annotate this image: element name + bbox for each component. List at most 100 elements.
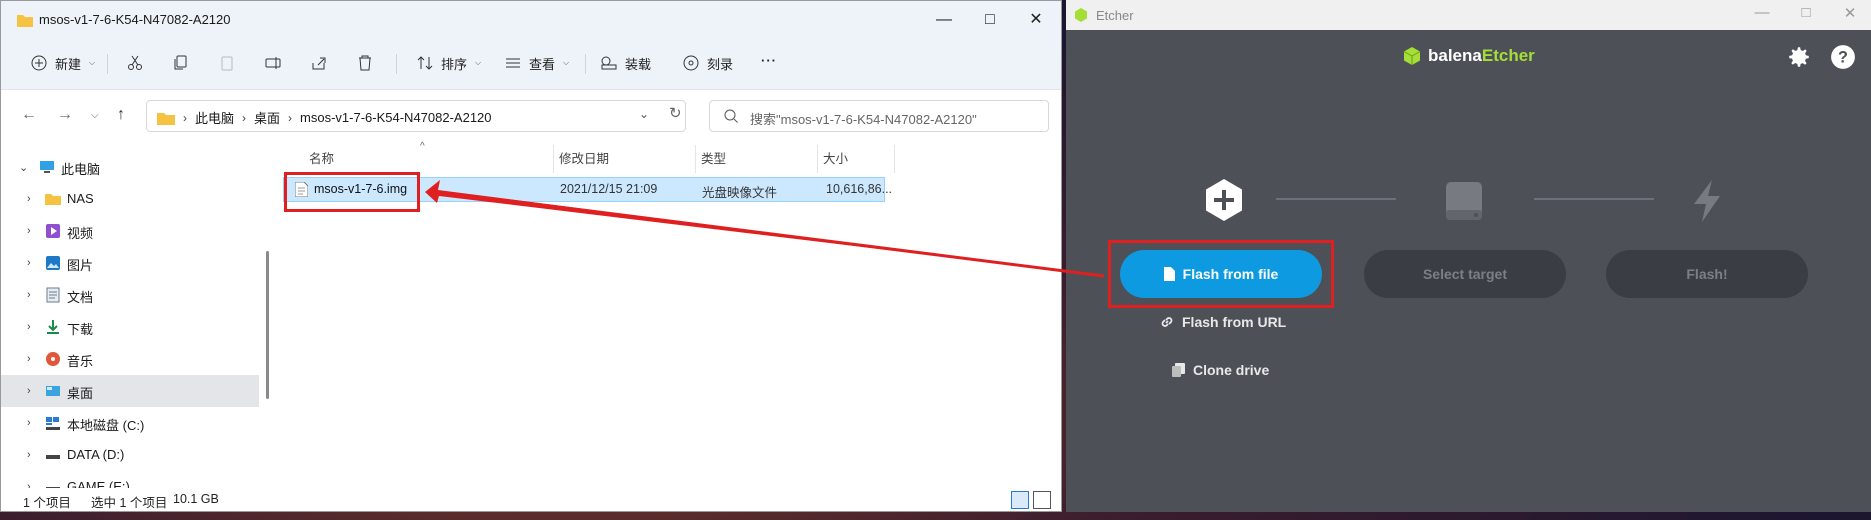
rename-button[interactable] bbox=[263, 53, 283, 73]
more-options-button[interactable]: ··· bbox=[761, 53, 777, 68]
close-button[interactable]: ✕ bbox=[1013, 7, 1059, 33]
close-button[interactable]: ✕ bbox=[1830, 4, 1870, 22]
balena-cube-icon bbox=[1403, 47, 1421, 65]
gear-icon[interactable] bbox=[1786, 44, 1812, 70]
select-target-button[interactable]: Select target bbox=[1364, 250, 1566, 298]
chevron-right-icon[interactable]: › bbox=[27, 225, 31, 237]
column-header-name[interactable]: 名称 bbox=[309, 148, 334, 167]
view-button[interactable]: 查看 ⌵ bbox=[503, 53, 569, 73]
sidebar-item-music[interactable]: › 音乐 bbox=[1, 343, 259, 375]
sidebar-item-this-pc[interactable]: ⌄ 此电脑 bbox=[1, 151, 259, 183]
sidebar-item-drive-e[interactable]: › GAME (E:) bbox=[1, 471, 259, 488]
address-dropdown-icon[interactable]: ⌄ bbox=[639, 107, 649, 121]
scissors-icon bbox=[125, 53, 145, 73]
recent-chevron-icon[interactable]: ⌵ bbox=[91, 110, 99, 121]
drive-icon bbox=[1446, 182, 1482, 220]
chevron-right-icon[interactable]: › bbox=[27, 449, 31, 461]
file-size: 10,616,86... bbox=[826, 182, 893, 196]
address-bar[interactable]: › 此电脑 › 桌面 › msos-v1-7-6-K54-N47082-A212… bbox=[146, 100, 686, 132]
mount-button[interactable]: 装载 bbox=[599, 53, 651, 73]
svg-text:?: ? bbox=[1838, 48, 1848, 66]
cut-button[interactable] bbox=[125, 53, 145, 73]
sidebar-item-drive-d[interactable]: › DATA (D:) bbox=[1, 439, 259, 471]
chevron-down-icon[interactable]: ⌄ bbox=[19, 161, 28, 174]
chevron-right-icon[interactable]: › bbox=[27, 289, 31, 301]
etcher-window-title: Etcher bbox=[1096, 8, 1134, 23]
new-button[interactable]: 新建 ⌵ bbox=[29, 53, 95, 73]
copy-button[interactable] bbox=[171, 53, 191, 73]
delete-button[interactable] bbox=[355, 53, 375, 73]
mount-disc-icon bbox=[599, 53, 619, 73]
chevron-right-icon[interactable]: › bbox=[27, 353, 31, 365]
details-view-icon[interactable] bbox=[1011, 491, 1029, 509]
chevron-right-icon[interactable]: › bbox=[27, 481, 31, 488]
minimize-button[interactable]: — bbox=[1742, 4, 1782, 21]
etcher-titlebar: Etcher — □ ✕ bbox=[1066, 0, 1871, 30]
column-header-type[interactable]: 类型 bbox=[701, 148, 726, 167]
new-button-label: 新建 bbox=[55, 56, 82, 72]
chevron-right-icon[interactable]: › bbox=[27, 417, 31, 429]
select-target-label: Select target bbox=[1422, 266, 1508, 282]
chevron-right-icon[interactable]: › bbox=[27, 257, 31, 269]
folder-icon bbox=[45, 194, 61, 205]
trash-icon bbox=[355, 53, 375, 73]
breadcrumb-item[interactable]: 此电脑 bbox=[195, 108, 234, 127]
share-button[interactable] bbox=[309, 53, 329, 73]
brand-logo: balena Etcher bbox=[1402, 46, 1535, 66]
plus-hexagon-icon bbox=[1206, 179, 1242, 221]
chevron-right-icon[interactable]: › bbox=[27, 193, 31, 205]
file-modified: 2021/12/15 21:09 bbox=[560, 182, 658, 196]
minimize-button[interactable]: — bbox=[921, 7, 967, 33]
sidebar-item-desktop[interactable]: › 桌面 bbox=[1, 375, 259, 407]
maximize-button[interactable]: □ bbox=[1786, 4, 1826, 21]
chevron-right-icon[interactable]: › bbox=[27, 385, 31, 397]
folder-icon bbox=[17, 15, 33, 27]
forward-arrow-icon[interactable]: → bbox=[57, 106, 73, 124]
sort-icon bbox=[415, 53, 435, 73]
status-bar: 1 个项目 选中 1 个项目 10.1 GB bbox=[1, 490, 1061, 512]
sidebar-item-drive-c[interactable]: › 本地磁盘 (C:) bbox=[1, 407, 259, 439]
view-button-label: 查看 bbox=[529, 56, 556, 72]
sidebar-scrollbar[interactable] bbox=[266, 251, 269, 399]
sidebar-item-nas[interactable]: › NAS bbox=[1, 183, 259, 215]
chevron-right-icon[interactable]: › bbox=[27, 321, 31, 333]
flash-from-url-button[interactable]: Flash from URL bbox=[1160, 314, 1286, 330]
share-icon bbox=[309, 53, 329, 73]
tiles-view-icon[interactable] bbox=[1033, 491, 1051, 509]
explorer-window-title: msos-v1-7-6-K54-N47082-A2120 bbox=[39, 12, 231, 27]
status-selected-size: 10.1 GB bbox=[173, 492, 219, 506]
computer-icon bbox=[40, 161, 54, 173]
flash-button[interactable]: Flash! bbox=[1606, 250, 1808, 298]
refresh-icon[interactable]: ↻ bbox=[669, 104, 682, 122]
drive-icon bbox=[46, 487, 60, 488]
sidebar-item-videos[interactable]: › 视频 bbox=[1, 215, 259, 247]
clipboard-icon bbox=[217, 53, 237, 73]
help-icon[interactable]: ? bbox=[1830, 44, 1856, 70]
status-selected-count: 选中 1 个项目 bbox=[91, 496, 168, 510]
sidebar-item-downloads[interactable]: › 下载 bbox=[1, 311, 259, 343]
breadcrumb-item[interactable]: msos-v1-7-6-K54-N47082-A2120 bbox=[300, 110, 491, 125]
picture-icon bbox=[46, 256, 60, 270]
desktop-icon bbox=[46, 386, 60, 396]
up-arrow-icon[interactable]: ↑ bbox=[117, 106, 125, 124]
burn-button-label: 刻录 bbox=[707, 56, 734, 72]
sidebar-item-documents[interactable]: › 文档 bbox=[1, 279, 259, 311]
flash-from-url-label: Flash from URL bbox=[1182, 314, 1287, 330]
search-icon bbox=[724, 109, 738, 123]
sort-button-label: 排序 bbox=[441, 56, 468, 72]
paste-button[interactable] bbox=[217, 53, 237, 73]
back-arrow-icon[interactable]: ← bbox=[21, 106, 37, 124]
file-type: 光盘映像文件 bbox=[702, 186, 778, 200]
search-input[interactable]: 搜索"msos-v1-7-6-K54-N47082-A2120" bbox=[709, 100, 1049, 132]
clone-drive-button[interactable]: Clone drive bbox=[1172, 362, 1269, 378]
sort-button[interactable]: 排序 ⌵ bbox=[415, 53, 481, 73]
video-icon bbox=[46, 224, 60, 238]
column-header-modified[interactable]: 修改日期 bbox=[559, 148, 609, 167]
burn-button[interactable]: 刻录 bbox=[681, 53, 733, 73]
windows-drive-icon bbox=[46, 417, 60, 430]
etcher-logo-icon bbox=[1075, 8, 1087, 22]
sidebar-item-pictures[interactable]: › 图片 bbox=[1, 247, 259, 279]
column-header-size[interactable]: 大小 bbox=[823, 148, 848, 167]
breadcrumb-item[interactable]: 桌面 bbox=[254, 108, 280, 127]
maximize-button[interactable]: □ bbox=[967, 7, 1013, 33]
